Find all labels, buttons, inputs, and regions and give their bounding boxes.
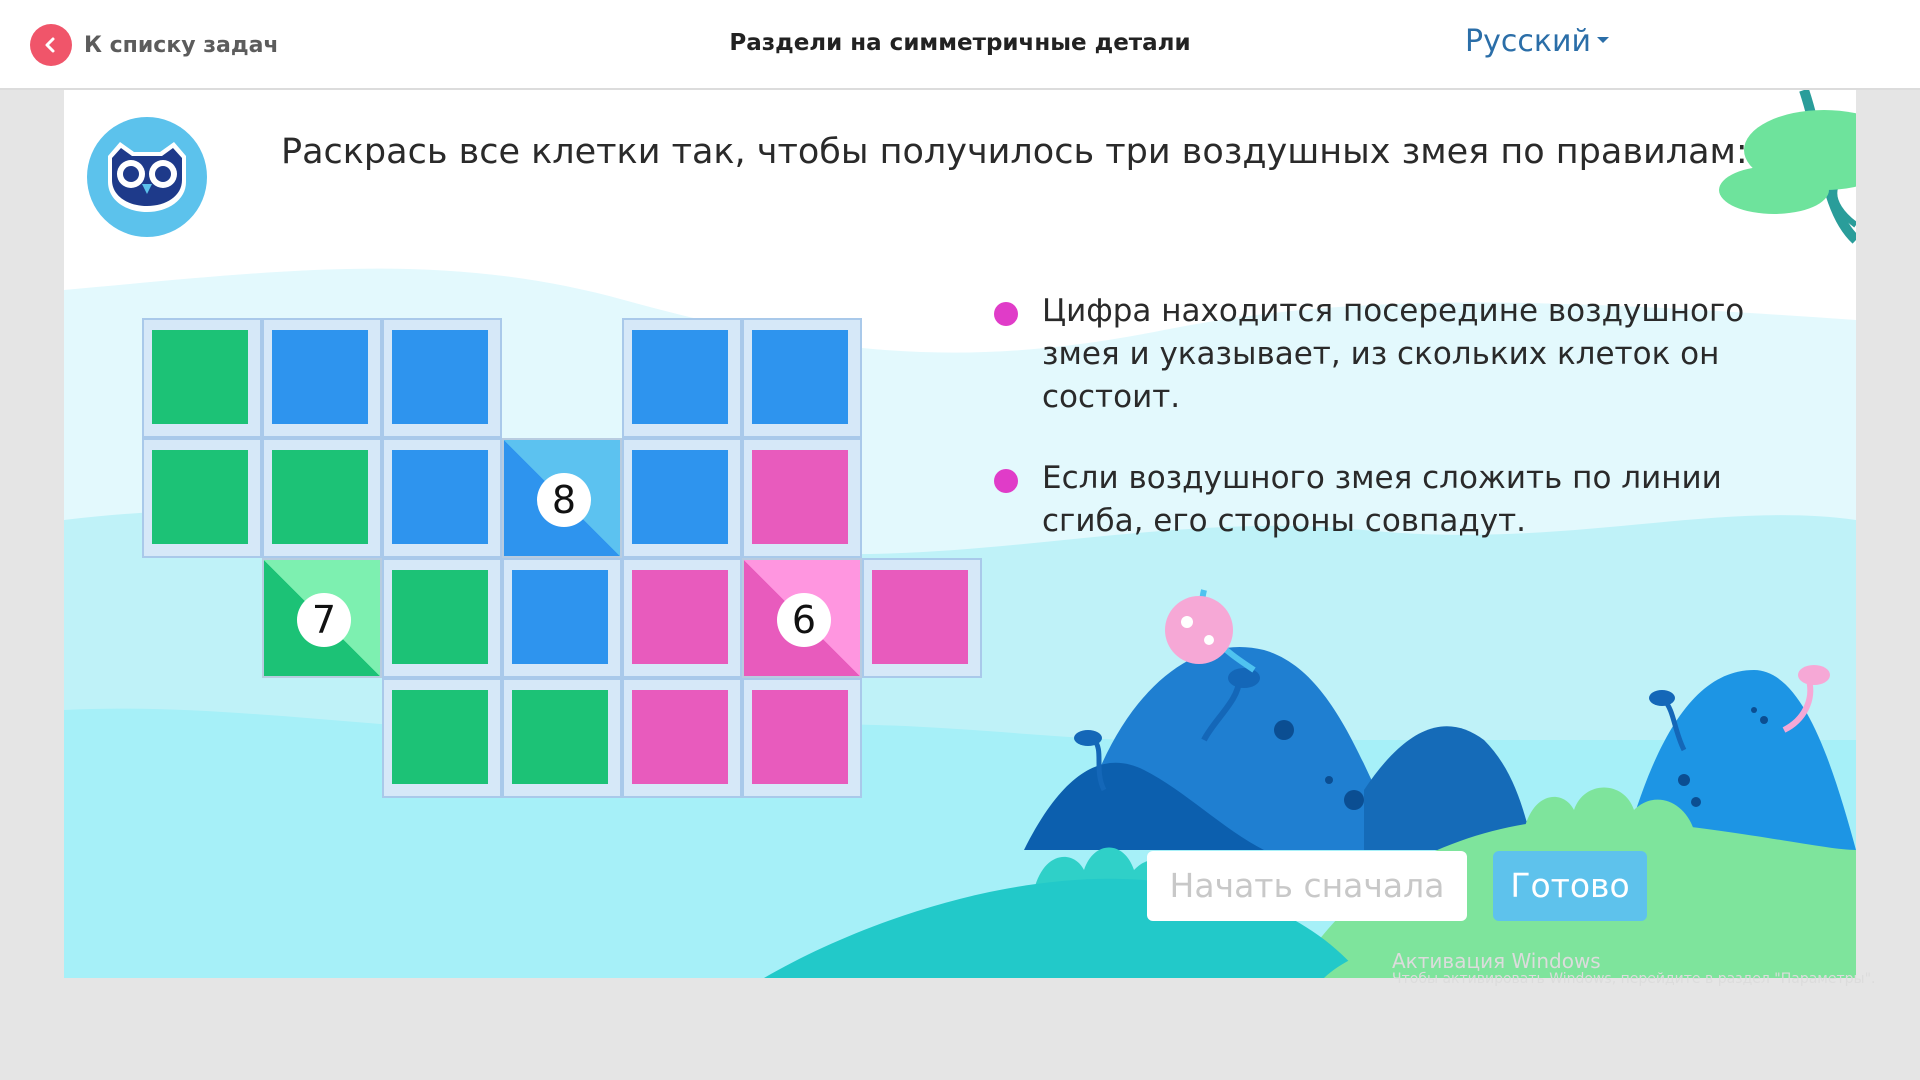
cell-fill (752, 330, 848, 424)
grid-cell-blue[interactable] (382, 318, 502, 438)
reset-button[interactable]: Начать сначала (1147, 851, 1467, 921)
rule-item: Цифра находится посередине воздушного зм… (994, 290, 1754, 419)
cell-fill (632, 690, 728, 784)
grid-cell-blue[interactable] (622, 438, 742, 558)
bullet-dot-icon (994, 302, 1018, 326)
grid-cell-pink[interactable] (742, 678, 862, 798)
grid-cell-green[interactable] (262, 438, 382, 558)
cell-fill (152, 330, 248, 424)
rule-text: Цифра находится посередине воздушного зм… (1042, 293, 1745, 415)
task-panel: Раскрась все клетки так, чтобы получилос… (64, 90, 1856, 978)
watermark-subtitle: Чтобы активировать Windows, перейдите в … (1392, 971, 1876, 987)
cell-fill (152, 450, 248, 544)
cell-fill (632, 570, 728, 664)
done-button[interactable]: Готово (1493, 851, 1647, 921)
seed-number: 6 (777, 593, 831, 647)
grid-cell-green[interactable] (142, 318, 262, 438)
windows-activation-watermark: Активация Windows Чтобы активировать Win… (1392, 950, 1875, 987)
grid-cell-green[interactable] (382, 678, 502, 798)
cell-fill (272, 450, 368, 544)
cell-fill (632, 330, 728, 424)
grid-cell-blue[interactable] (622, 318, 742, 438)
seed-number: 8 (537, 473, 591, 527)
grid-cell-green[interactable] (502, 678, 622, 798)
seed-cell-6[interactable]: 6 (742, 558, 862, 678)
cell-fill (872, 570, 968, 664)
rule-text: Если воздушного змея сложить по линии сг… (1042, 460, 1722, 539)
language-selector[interactable]: Русский (1465, 24, 1609, 59)
cell-fill (272, 330, 368, 424)
cell-fill (392, 570, 488, 664)
cell-fill (512, 570, 608, 664)
seed-number: 7 (297, 593, 351, 647)
rules-list: Цифра находится посередине воздушного зм… (994, 290, 1754, 581)
watermark-title: Активация Windows (1392, 949, 1601, 973)
owl-mascot-icon (86, 116, 208, 242)
grid-cell-pink[interactable] (622, 558, 742, 678)
grid-cell-pink[interactable] (622, 678, 742, 798)
grid-cell-blue[interactable] (262, 318, 382, 438)
cell-fill (752, 690, 848, 784)
task-instruction: Раскрась все клетки так, чтобы получилос… (281, 132, 1748, 172)
cell-fill (392, 450, 488, 544)
grid-cell-green[interactable] (142, 438, 262, 558)
seed-cell-7[interactable]: 7 (262, 558, 382, 678)
grid-cell-blue[interactable] (382, 438, 502, 558)
cell-fill (632, 450, 728, 544)
cell-fill (512, 690, 608, 784)
puzzle-grid: 8 7 6 (142, 318, 982, 798)
seed-cell-8[interactable]: 8 (502, 438, 622, 558)
grid-cell-green[interactable] (382, 558, 502, 678)
top-bar: К списку задач Раздели на симметричные д… (0, 0, 1920, 90)
grid-cell-pink[interactable] (742, 438, 862, 558)
cell-fill (752, 450, 848, 544)
bullet-dot-icon (994, 469, 1018, 493)
language-label: Русский (1465, 24, 1591, 59)
grid-cell-blue[interactable] (502, 558, 622, 678)
grid-cell-blue[interactable] (742, 318, 862, 438)
caret-down-icon (1596, 36, 1609, 43)
cell-fill (392, 330, 488, 424)
cell-fill (392, 690, 488, 784)
page-title: Раздели на симметричные детали (729, 30, 1191, 56)
grid-cell-pink[interactable] (862, 558, 982, 678)
rule-item: Если воздушного змея сложить по линии сг… (994, 457, 1754, 543)
